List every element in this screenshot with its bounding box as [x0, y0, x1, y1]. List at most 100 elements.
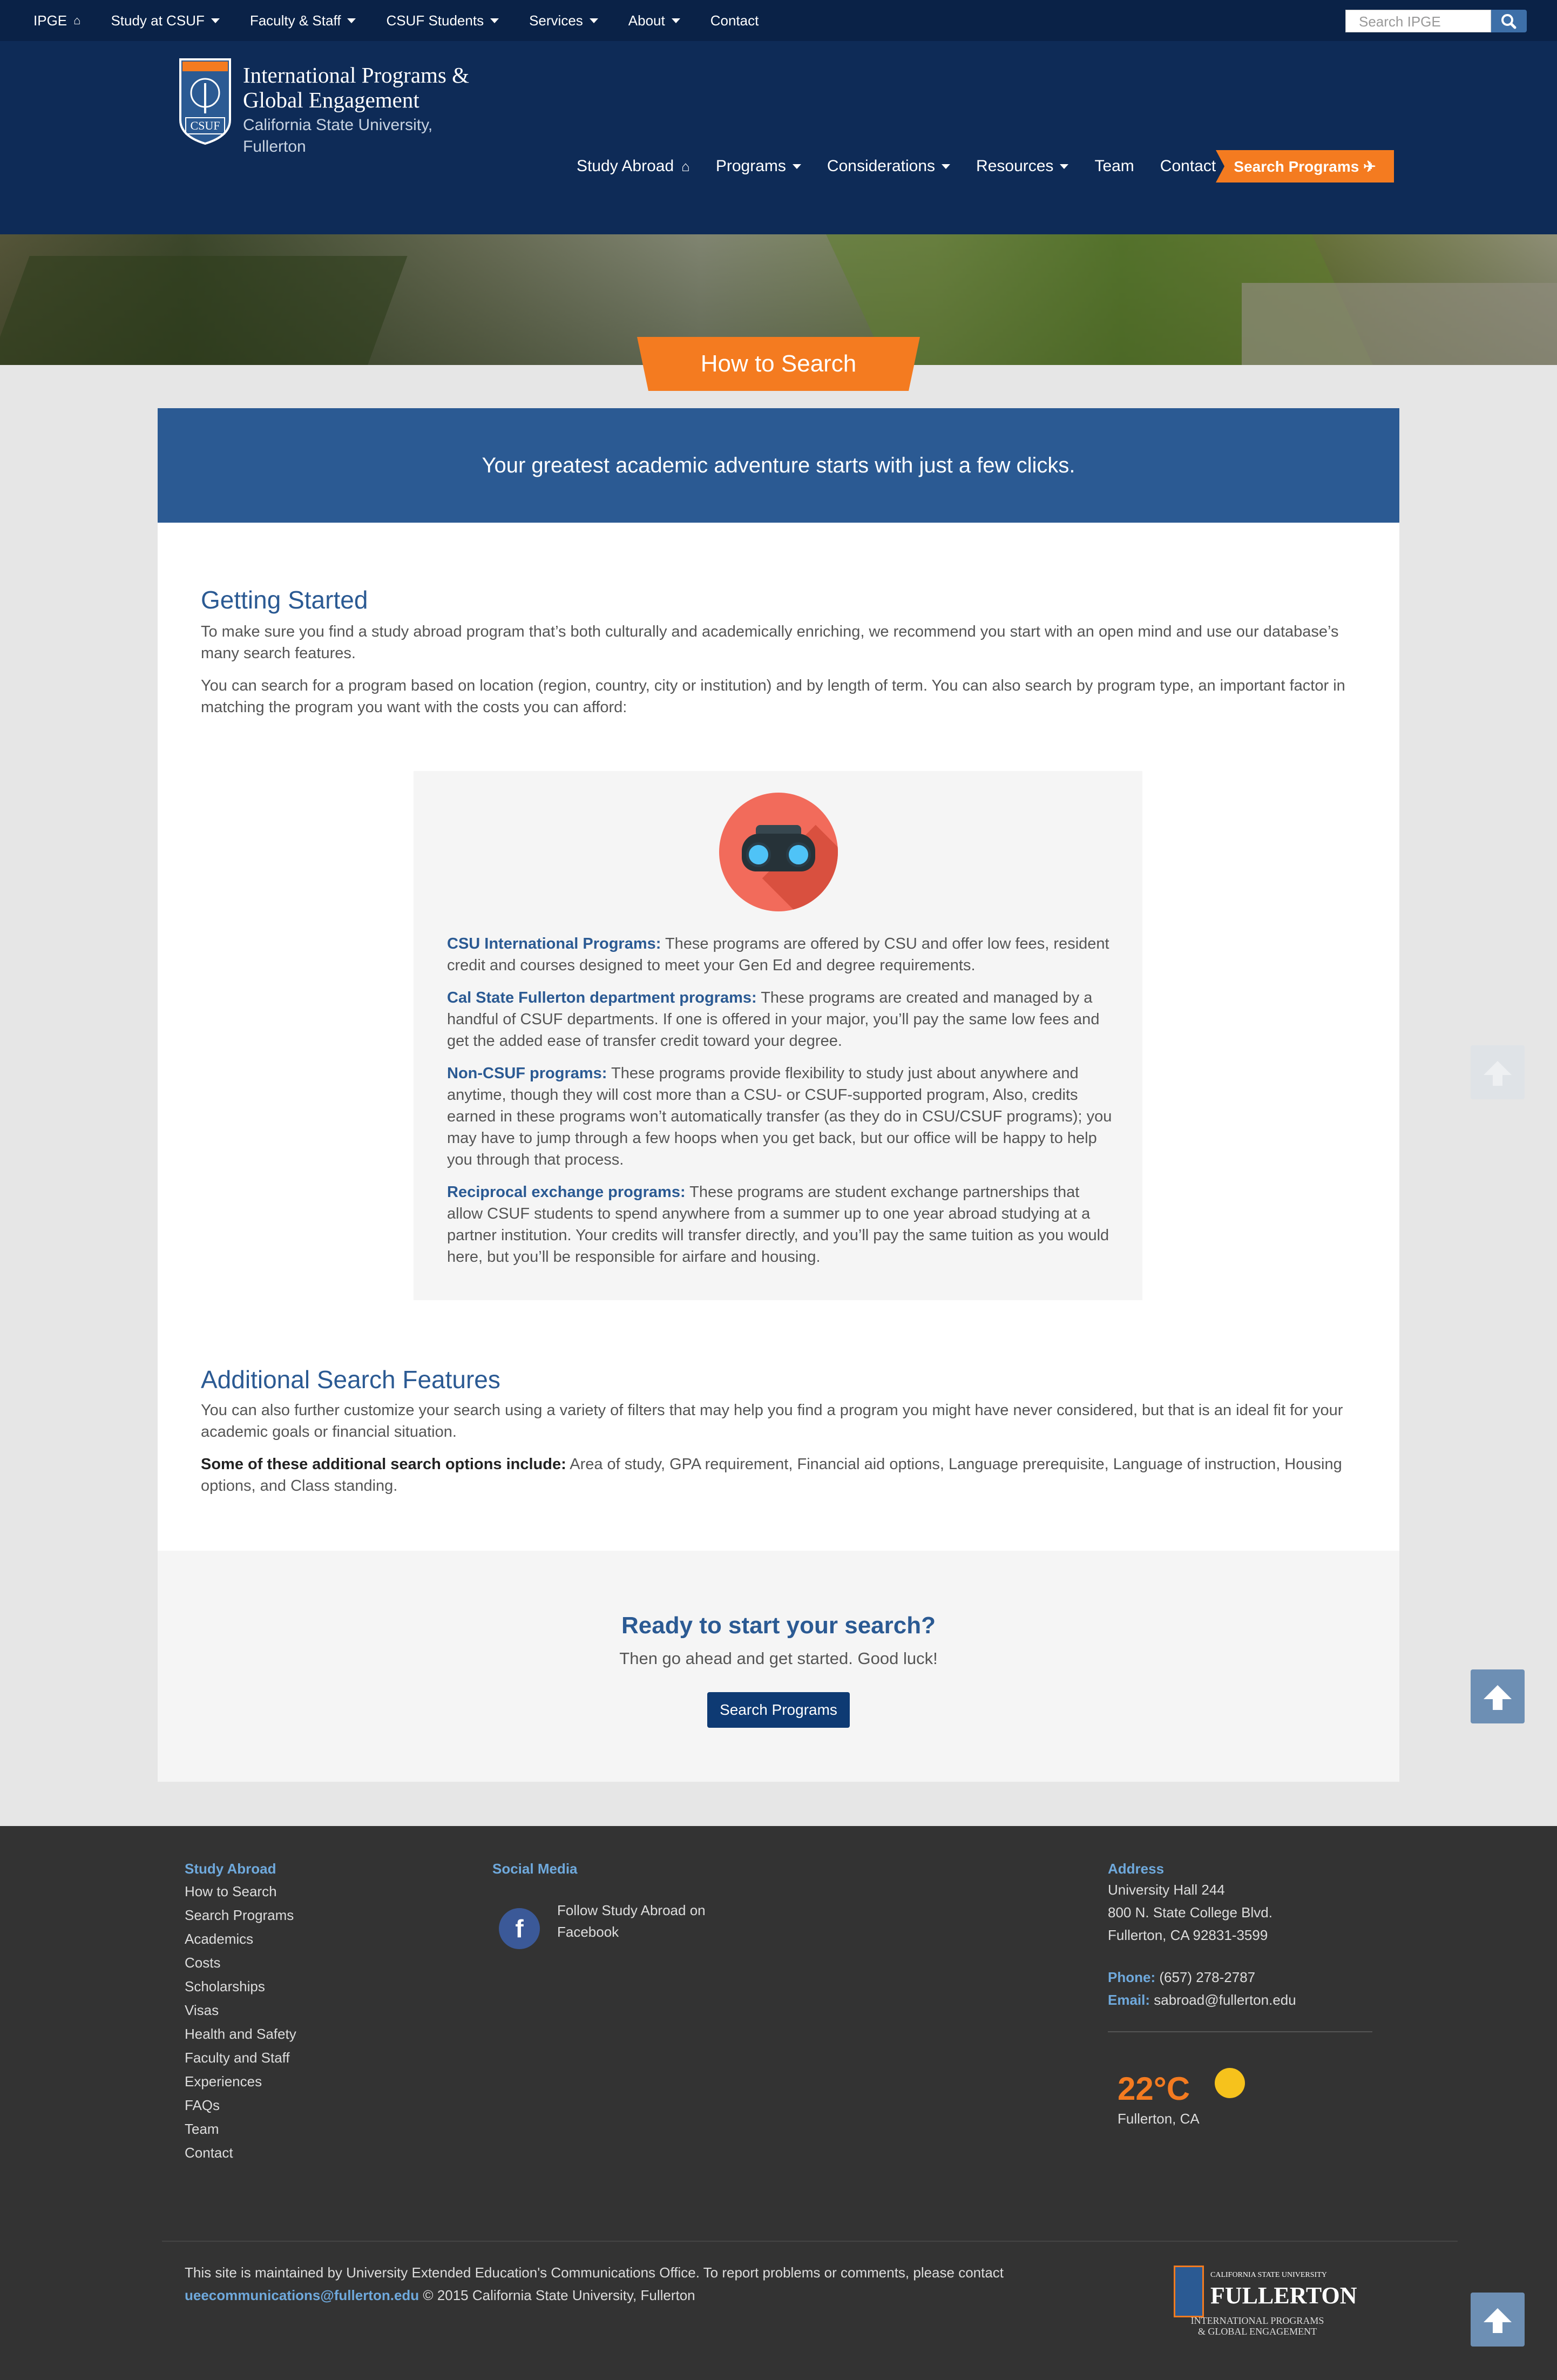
- utility-nav: IPGE ⌂ Study at CSUF Faculty & Staff CSUF…: [33, 0, 789, 41]
- footer-link[interactable]: Experiences: [185, 2073, 262, 2090]
- utility-item-faculty-staff[interactable]: Faculty & Staff: [250, 12, 356, 29]
- nav-label: Considerations: [827, 157, 936, 175]
- page-title: How to Search: [637, 337, 920, 391]
- footer-maintenance-note: This site is maintained by University Ex…: [185, 2261, 1102, 2307]
- caret-down-icon: [211, 18, 220, 23]
- utility-item-label: Services: [529, 12, 583, 29]
- footer-link[interactable]: Contact: [185, 2145, 233, 2161]
- nav-contact[interactable]: Contact: [1160, 157, 1216, 175]
- caret-down-icon: [671, 18, 680, 23]
- nav-label: Contact: [1160, 157, 1216, 175]
- getting-started-heading: Getting Started: [201, 586, 368, 614]
- facebook-follow-link[interactable]: Follow Study Abroad on Facebook: [557, 1899, 762, 1943]
- footer-link[interactable]: Visas: [185, 2002, 219, 2019]
- utility-item-about[interactable]: About: [628, 12, 680, 29]
- footer-link[interactable]: Search Programs: [185, 1907, 294, 1924]
- additional-search-paragraph: You can also further customize your sear…: [201, 1402, 1343, 1441]
- footer-link[interactable]: Academics: [185, 1931, 253, 1948]
- weather-temperature: 22°C: [1118, 2071, 1190, 2107]
- fullerton-footer-logo[interactable]: CALIFORNIA STATE UNIVERSITY FULLERTON IN…: [1174, 2266, 1357, 2337]
- cta-subtitle: Then go ahead and get started. Good luck…: [619, 1649, 938, 1668]
- utility-item-services[interactable]: Services: [529, 12, 598, 29]
- program-type-item: Non-CSUF programs: These programs provid…: [447, 1063, 1116, 1171]
- logo-ipge-line: & GLOBAL ENGAGEMENT: [1197, 2326, 1317, 2337]
- csuf-seal-logo[interactable]: CSUF: [178, 55, 232, 146]
- nav-label: Team: [1094, 157, 1134, 175]
- search-icon: [1501, 14, 1517, 29]
- footer-link[interactable]: Faculty and Staff: [185, 2050, 290, 2066]
- getting-started-paragraph-1: To make sure you find a study abroad pro…: [201, 623, 1339, 662]
- site-subtitle: California State University, Fullerton: [243, 116, 433, 155]
- weather-location: Fullerton, CA: [1118, 2111, 1200, 2127]
- utility-item-label: IPGE: [33, 12, 67, 29]
- utility-item-study-at-csuf[interactable]: Study at CSUF: [111, 12, 220, 29]
- seal-graphic: CSUF: [179, 58, 231, 145]
- footer-bottom-divider: [162, 2241, 1458, 2242]
- search-programs-nav-button[interactable]: Search Programs ✈: [1216, 150, 1394, 182]
- caret-down-icon: [1060, 164, 1069, 169]
- caret-down-icon: [589, 18, 598, 23]
- program-type-name: CSU International Programs:: [447, 935, 661, 952]
- utility-bar: IPGE ⌂ Study at CSUF Faculty & Staff CSUF…: [0, 0, 1557, 41]
- home-icon: ⌂: [73, 13, 81, 27]
- uee-email-link[interactable]: ueecommunications@fullerton.edu: [185, 2287, 419, 2303]
- nav-resources[interactable]: Resources: [976, 157, 1069, 175]
- copyright-text: © 2015 California State University, Full…: [419, 2287, 695, 2303]
- program-type-name: Non-CSUF programs:: [447, 1065, 607, 1082]
- back-to-top-button[interactable]: [1471, 1669, 1525, 1723]
- utility-item-contact[interactable]: Contact: [710, 12, 759, 29]
- address-line: 800 N. State College Blvd.: [1108, 1904, 1272, 1921]
- program-type-name: Cal State Fullerton department programs:: [447, 989, 757, 1006]
- nav-label: Study Abroad: [577, 157, 674, 175]
- nav-label: Programs: [715, 157, 786, 175]
- nav-considerations[interactable]: Considerations: [827, 157, 951, 175]
- arrow-up-icon: [1484, 1685, 1512, 1710]
- banner-mountain-shape: [0, 256, 408, 365]
- binoculars-icon: [719, 793, 838, 911]
- logo-fullerton-text: FULLERTON: [1210, 2282, 1357, 2309]
- footer-link[interactable]: Team: [185, 2121, 219, 2138]
- utility-item-label: About: [628, 12, 665, 29]
- nav-programs[interactable]: Programs: [716, 157, 801, 175]
- nav-team[interactable]: Team: [1094, 157, 1134, 175]
- footer-link[interactable]: How to Search: [185, 1883, 277, 1900]
- nav-study-abroad[interactable]: Study Abroad ⌂: [577, 157, 690, 175]
- additional-search-heading: Additional Search Features: [201, 1365, 500, 1394]
- phone-label: Phone:: [1108, 1969, 1156, 1985]
- logo-ipge-text: INTERNATIONAL PROGRAMS & GLOBAL ENGAGEMEN…: [1174, 2315, 1341, 2337]
- footer-email[interactable]: Email: sabroad@fullerton.edu: [1108, 1988, 1296, 2012]
- footer-link[interactable]: Scholarships: [185, 1978, 265, 1995]
- additional-options-paragraph: Some of these additional search options …: [201, 1453, 1356, 1497]
- site-search-button[interactable]: [1491, 10, 1527, 32]
- caret-down-icon: [347, 18, 356, 23]
- utility-item-ipge[interactable]: IPGE ⌂: [33, 12, 80, 29]
- footer-link[interactable]: FAQs: [185, 2097, 220, 2114]
- email-address[interactable]: sabroad@fullerton.edu: [1150, 1992, 1296, 2008]
- footer-link[interactable]: Health and Safety: [185, 2026, 296, 2043]
- home-icon: ⌂: [681, 158, 690, 174]
- footer-address-heading: Address: [1108, 1861, 1165, 1877]
- intro-banner: Your greatest academic adventure starts …: [158, 408, 1399, 523]
- program-type-item: CSU International Programs: These progra…: [447, 933, 1116, 976]
- caret-down-icon: [792, 164, 801, 169]
- footer-social-heading: Social Media: [492, 1861, 578, 1877]
- binoculars-lens-right: [786, 842, 811, 867]
- site-search-input[interactable]: Search IPGE: [1345, 10, 1491, 32]
- footer-link[interactable]: Costs: [185, 1955, 220, 1971]
- binoculars-lens-left: [746, 842, 771, 867]
- arrow-up-icon: [1484, 1061, 1512, 1086]
- site-title[interactable]: International Programs & Global Engageme…: [243, 63, 524, 112]
- utility-item-csuf-students[interactable]: CSUF Students: [386, 12, 499, 29]
- cta-title: Ready to start your search?: [621, 1612, 936, 1639]
- utility-item-label: CSUF Students: [386, 12, 484, 29]
- main-nav: Study Abroad ⌂ Programs Considerations Re…: [577, 150, 1242, 182]
- back-to-top-button[interactable]: [1471, 2293, 1525, 2347]
- email-label: Email:: [1108, 1992, 1150, 2008]
- facebook-icon[interactable]: f: [499, 1908, 540, 1949]
- footer-seal-icon: [1174, 2266, 1204, 2317]
- back-to-top-button[interactable]: [1471, 1045, 1525, 1099]
- arrow-up-icon: [1484, 2308, 1512, 2333]
- search-programs-button[interactable]: Search Programs: [707, 1692, 850, 1728]
- caret-down-icon: [490, 18, 499, 23]
- additional-options-label: Some of these additional search options …: [201, 1456, 566, 1473]
